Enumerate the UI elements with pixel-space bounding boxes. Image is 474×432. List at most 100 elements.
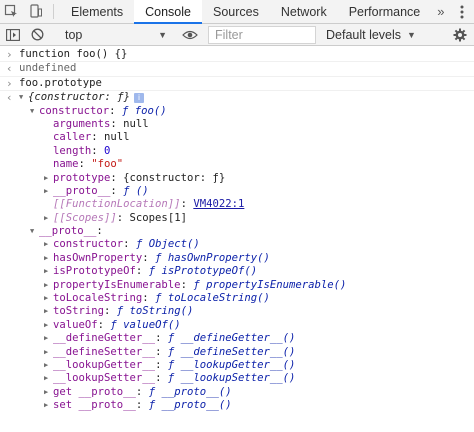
property-value: ƒ propertyIsEnumerable() (193, 278, 347, 291)
proto-method-row[interactable]: ▶ valueOf: ƒ valueOf() (0, 319, 474, 332)
proto-method-row[interactable]: ▶ toString: ƒ toString() (0, 305, 474, 318)
tab-sources[interactable]: Sources (202, 0, 270, 23)
context-selector[interactable]: top ▼ (57, 28, 173, 42)
device-toolbar-icon[interactable] (24, 0, 48, 23)
tree-leaf-function-location: [[FunctionLocation]]: VM4022:1 (53, 198, 245, 211)
proto-method-row[interactable]: ▶ hasOwnProperty: ƒ hasOwnProperty() (0, 252, 474, 265)
more-tabs-button[interactable]: » (431, 0, 450, 23)
tab-label: Network (280, 4, 327, 19)
proto-method-row[interactable]: ▶ __defineSetter__: ƒ __defineSetter__() (0, 346, 474, 359)
dropdown-arrow-icon: ▼ (407, 29, 416, 40)
show-sidebar-icon[interactable] (0, 24, 26, 45)
property-value: ƒ hasOwnProperty() (155, 251, 270, 264)
proto-method-row[interactable]: ▶ constructor: ƒ Object() (0, 238, 474, 251)
expanded-arrow-icon[interactable]: ▼ (30, 105, 39, 118)
console-input-line: › foo.prototype (0, 76, 474, 92)
property-value: ƒ valueOf() (110, 318, 181, 331)
expanded-arrow-icon[interactable]: ▼ (30, 225, 39, 238)
result-prompt-icon: ‹ (6, 91, 13, 105)
property-key: __defineGetter__ (53, 332, 156, 345)
proto-method-row[interactable]: ▶ isPrototypeOf: ƒ isPrototypeOf() (0, 265, 474, 278)
property-value: 0 (104, 144, 111, 157)
property-key: arguments (53, 117, 111, 130)
console-result-line: ‹ undefined (0, 62, 474, 77)
collapsed-arrow-icon[interactable]: ▶ (44, 172, 53, 185)
collapsed-arrow-icon[interactable]: ▶ (44, 265, 53, 278)
clear-console-icon[interactable] (26, 24, 48, 45)
property-key: constructor (39, 104, 110, 117)
tab-console[interactable]: Console (134, 0, 202, 24)
info-icon[interactable]: i (134, 93, 145, 104)
property-value: Scopes[1] (129, 211, 187, 224)
console-settings-gear-icon[interactable] (449, 24, 471, 45)
tab-label: Elements (71, 4, 124, 19)
proto-method-row[interactable]: ▶ set __proto__: ƒ __proto__() (0, 399, 474, 412)
tab-network[interactable]: Network (270, 0, 338, 23)
collapsed-arrow-icon[interactable]: ▶ (44, 359, 53, 372)
property-key: __proto__ (53, 184, 111, 197)
collapsed-arrow-icon[interactable]: ▶ (44, 185, 53, 198)
collapsed-arrow-icon[interactable]: ▶ (44, 252, 53, 265)
property-key: __defineSetter__ (53, 345, 156, 358)
console-output: › function foo() {} ‹ undefined › foo.pr… (0, 46, 474, 432)
collapsed-arrow-icon[interactable]: ▶ (44, 372, 53, 385)
property-value: ƒ isPrototypeOf() (148, 265, 258, 278)
input-text: foo.prototype (19, 76, 102, 89)
live-expression-eye-icon[interactable] (178, 24, 202, 45)
property-value: null (123, 117, 149, 130)
collapsed-arrow-icon[interactable]: ▶ (44, 238, 53, 251)
collapsed-arrow-icon[interactable]: ▶ (44, 386, 53, 399)
filter-input[interactable]: Filter (208, 25, 316, 44)
tree-node-constructor[interactable]: ▼ constructor: ƒ foo() (0, 105, 474, 118)
context-label: top (65, 27, 83, 42)
dropdown-arrow-icon: ▼ (158, 29, 167, 40)
collapsed-arrow-icon[interactable]: ▶ (44, 212, 53, 225)
property-value: "foo" (91, 158, 124, 171)
property-key: __lookupSetter__ (53, 372, 156, 385)
devtools-tabbar: Elements Console Sources Network Perform… (0, 0, 474, 24)
tree-node-prototype[interactable]: ▶ prototype: {constructor: ƒ} (0, 172, 474, 185)
object-proto-children: ▶ constructor: ƒ Object() ▶ hasOwnProperty:… (0, 238, 474, 412)
tree-leaf-length: length: 0 (53, 144, 111, 157)
proto-method-row[interactable]: ▶ toLocaleString: ƒ toLocaleString() (0, 292, 474, 305)
proto-method-row[interactable]: ▶ __defineGetter__: ƒ __defineGetter__() (0, 332, 474, 345)
collapsed-arrow-icon[interactable]: ▶ (44, 319, 53, 332)
property-key: caller (53, 131, 92, 144)
tree-node-scopes[interactable]: ▶ [[Scopes]]: Scopes[1] (0, 212, 474, 225)
tab-label: Sources (213, 4, 259, 19)
proto-method-row[interactable]: ▶ __lookupSetter__: ƒ __lookupSetter__() (0, 372, 474, 385)
tab-label: Console (145, 4, 191, 19)
tab-performance[interactable]: Performance (338, 0, 432, 23)
customize-menu-icon[interactable] (451, 0, 474, 23)
collapsed-arrow-icon[interactable]: ▶ (44, 292, 53, 305)
collapsed-arrow-icon[interactable]: ▶ (44, 305, 53, 318)
proto-method-row[interactable]: ▶ __lookupGetter__: ƒ __lookupGetter__() (0, 359, 474, 372)
property-key: prototype (53, 171, 111, 184)
log-levels-dropdown[interactable]: Default levels ▼ (326, 28, 444, 42)
collapsed-arrow-icon[interactable]: ▶ (44, 399, 53, 412)
proto-method-row[interactable]: ▶ propertyIsEnumerable: ƒ propertyIsEnume… (0, 279, 474, 292)
input-prompt-icon: › (6, 48, 13, 61)
property-key: [[FunctionLocation]] (53, 198, 181, 211)
collapsed-arrow-icon[interactable]: ▶ (44, 346, 53, 359)
tree-node-object-proto[interactable]: ▼ __proto__: (0, 225, 474, 238)
object-result-root[interactable]: ‹ ▼ {constructor: ƒ} i (0, 91, 474, 104)
property-key: [[Scopes]] (53, 211, 117, 224)
property-key: name (53, 158, 79, 171)
property-value: ƒ __lookupGetter__() (167, 358, 296, 371)
tree-leaf-arguments: arguments: null (53, 117, 149, 130)
tree-node-fn-proto[interactable]: ▶ __proto__: ƒ () (0, 185, 474, 198)
property-key: length (53, 144, 92, 157)
collapsed-arrow-icon[interactable]: ▶ (44, 332, 53, 345)
proto-method-row[interactable]: ▶ get __proto__: ƒ __proto__() (0, 386, 474, 399)
property-value: ƒ toLocaleString() (155, 292, 270, 305)
inspect-element-icon[interactable] (0, 0, 24, 23)
collapsed-arrow-icon[interactable]: ▶ (44, 279, 53, 292)
property-key: propertyIsEnumerable (53, 278, 181, 291)
property-value: ƒ toString() (116, 305, 194, 318)
object-preview: {constructor: ƒ} (28, 91, 131, 104)
expanded-arrow-icon[interactable]: ▼ (19, 91, 28, 104)
tab-elements[interactable]: Elements (60, 0, 134, 23)
source-location-link[interactable]: VM4022:1 (193, 198, 244, 210)
tree-leaf-caller: caller: null (53, 131, 130, 144)
